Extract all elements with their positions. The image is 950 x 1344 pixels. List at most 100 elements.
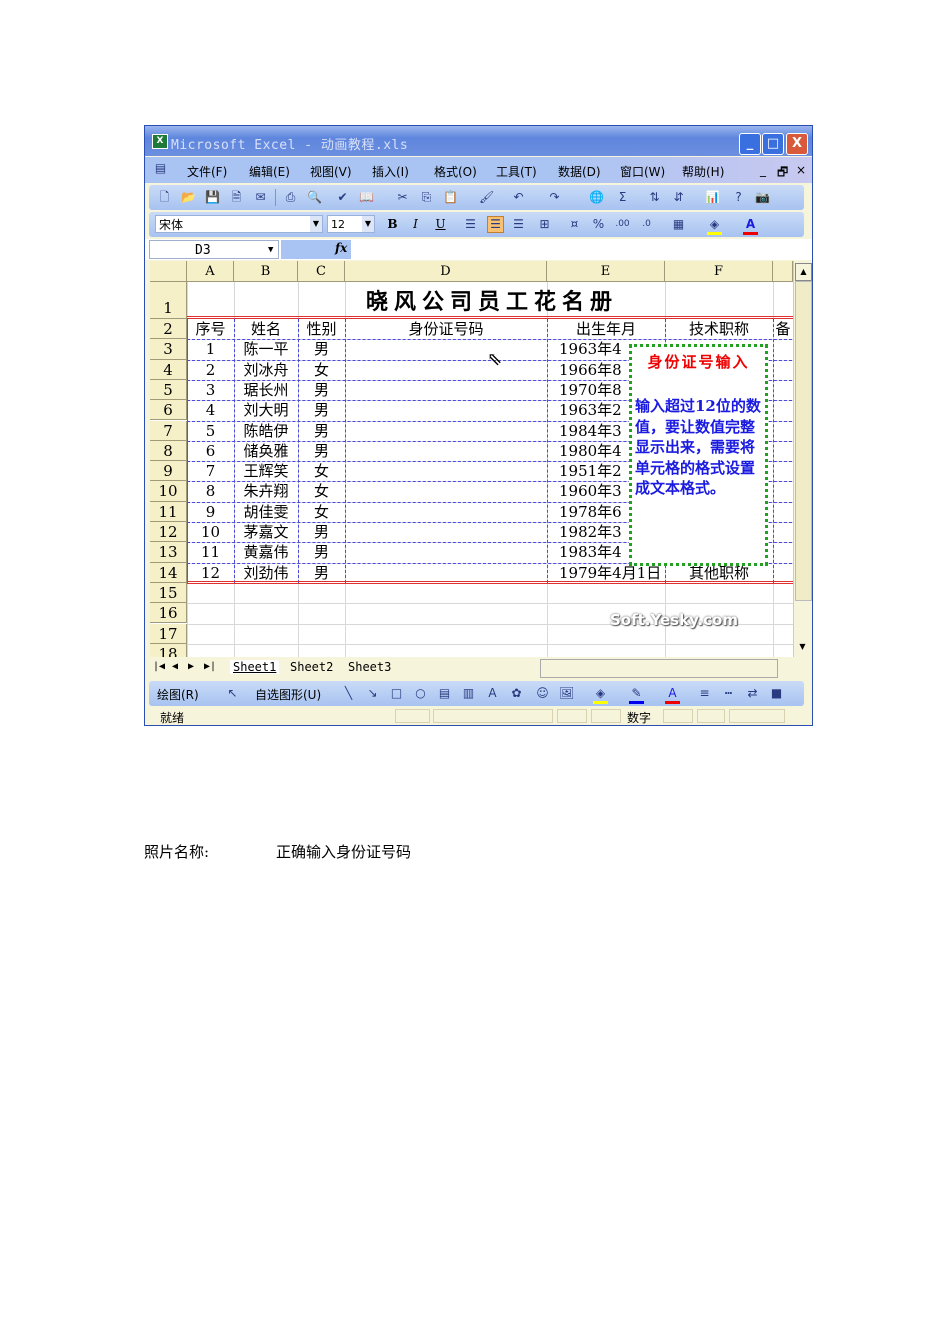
- row-header-17[interactable]: 17: [150, 623, 187, 644]
- row-header-4[interactable]: 4: [150, 359, 187, 380]
- data-cell[interactable]: 11: [187, 542, 234, 562]
- merge-center-icon[interactable]: ⊞: [537, 217, 552, 232]
- data-cell[interactable]: 男: [298, 421, 345, 441]
- data-cell[interactable]: 刘大明: [234, 400, 298, 420]
- vertical-textbox-icon[interactable]: ▥: [461, 686, 476, 701]
- tab-sheet3[interactable]: Sheet3: [345, 660, 394, 674]
- data-cell[interactable]: 琚长州: [234, 380, 298, 400]
- italic-button[interactable]: I: [408, 217, 423, 232]
- row-header-3[interactable]: 3: [150, 339, 187, 360]
- bold-button[interactable]: B: [385, 217, 400, 232]
- row-header-12[interactable]: 12: [150, 522, 187, 543]
- menu-insert[interactable]: 插入(I): [372, 163, 409, 180]
- email-icon[interactable]: ✉: [253, 190, 268, 205]
- percent-button[interactable]: %: [591, 217, 606, 232]
- data-cell[interactable]: 男: [298, 380, 345, 400]
- rectangle-icon[interactable]: □: [389, 686, 404, 701]
- data-cell[interactable]: 10: [187, 522, 234, 542]
- textbox-icon[interactable]: ▤: [437, 686, 452, 701]
- data-cell[interactable]: [345, 481, 547, 501]
- data-cell[interactable]: 王辉笑: [234, 461, 298, 481]
- hyperlink-icon[interactable]: 🌐: [589, 190, 604, 205]
- clipart-icon[interactable]: ☺: [535, 686, 550, 701]
- column-header-A[interactable]: A: [187, 261, 234, 282]
- data-cell[interactable]: 茅嘉文: [234, 522, 298, 542]
- select-objects-icon[interactable]: ↖: [225, 686, 240, 701]
- oval-icon[interactable]: ○: [413, 686, 428, 701]
- data-cell[interactable]: 3: [187, 380, 234, 400]
- font-name-select[interactable]: 宋体 ▼: [155, 215, 323, 233]
- data-cell[interactable]: 6: [187, 441, 234, 461]
- font-color-icon[interactable]: A: [743, 217, 758, 235]
- undo-icon[interactable]: ↶: [511, 190, 526, 205]
- select-all-corner[interactable]: [150, 261, 187, 282]
- row-header-14[interactable]: 14: [150, 562, 187, 583]
- row-header-7[interactable]: 7: [150, 420, 187, 441]
- header-cell[interactable]: 技术职称: [665, 319, 773, 339]
- permission-icon[interactable]: 🗎: [229, 190, 244, 205]
- row-header-9[interactable]: 9: [150, 461, 187, 482]
- data-cell[interactable]: [345, 461, 547, 481]
- data-cell[interactable]: 女: [298, 461, 345, 481]
- data-cell[interactable]: [345, 522, 547, 542]
- column-header-D[interactable]: D: [345, 261, 547, 282]
- diagram-icon[interactable]: ✿: [509, 686, 524, 701]
- row-header-16[interactable]: 16: [150, 603, 187, 624]
- chart-wizard-icon[interactable]: 📊: [705, 190, 720, 205]
- data-cell[interactable]: 黄嘉伟: [234, 542, 298, 562]
- data-cell[interactable]: [345, 441, 547, 461]
- header-cell[interactable]: 性别: [298, 319, 345, 339]
- line-icon[interactable]: ╲: [341, 686, 356, 701]
- font-color-icon[interactable]: A: [665, 686, 680, 704]
- data-cell[interactable]: [345, 563, 547, 583]
- data-cell[interactable]: [345, 360, 547, 380]
- align-center-icon[interactable]: ☰: [487, 216, 504, 233]
- column-header-E[interactable]: E: [547, 261, 665, 282]
- fill-color-icon[interactable]: ◈: [707, 217, 722, 235]
- print-icon[interactable]: ⎙: [283, 190, 298, 205]
- row-header-11[interactable]: 11: [150, 501, 187, 522]
- copy-icon[interactable]: ⎘: [419, 190, 434, 205]
- row-header-1[interactable]: 1: [150, 282, 187, 319]
- sort-descending-icon[interactable]: ⇵: [671, 190, 686, 205]
- maximize-button[interactable]: □: [762, 133, 784, 155]
- wordart-icon[interactable]: A: [485, 686, 500, 701]
- data-cell[interactable]: 储奂雅: [234, 441, 298, 461]
- data-cell[interactable]: 5: [187, 421, 234, 441]
- align-right-icon[interactable]: ☰: [511, 217, 526, 232]
- selected-cell-D3[interactable]: [345, 339, 547, 359]
- doc-minimize-button[interactable]: _: [760, 163, 766, 177]
- scroll-up-button[interactable]: ▲: [795, 263, 812, 281]
- research-icon[interactable]: 📖: [359, 190, 374, 205]
- data-cell[interactable]: 陈皓伊: [234, 421, 298, 441]
- data-cell[interactable]: 9: [187, 502, 234, 522]
- font-size-select[interactable]: 12 ▼: [327, 215, 375, 233]
- row-header-5[interactable]: 5: [150, 379, 187, 401]
- doc-close-button[interactable]: ×: [796, 163, 806, 177]
- header-cell[interactable]: 出生年月: [547, 319, 665, 339]
- data-cell[interactable]: 男: [298, 542, 345, 562]
- spelling-icon[interactable]: ✔: [335, 190, 350, 205]
- menu-tools[interactable]: 工具(T): [496, 163, 537, 180]
- dash-style-icon[interactable]: ┅: [721, 686, 736, 701]
- data-cell[interactable]: 男: [298, 522, 345, 542]
- column-header-G[interactable]: [773, 261, 793, 282]
- autoshapes-button[interactable]: 自选图形(U): [255, 686, 321, 703]
- data-cell[interactable]: 朱卉翔: [234, 481, 298, 501]
- data-cell[interactable]: [345, 502, 547, 522]
- data-cell[interactable]: [345, 380, 547, 400]
- data-cell[interactable]: 男: [298, 400, 345, 420]
- header-cell[interactable]: 序号: [187, 319, 234, 339]
- data-cell[interactable]: [345, 400, 547, 420]
- autosum-icon[interactable]: Σ: [615, 190, 630, 205]
- arrow-style-icon[interactable]: ⇄: [745, 686, 760, 701]
- data-cell[interactable]: 1: [187, 339, 234, 359]
- underline-button[interactable]: U: [433, 217, 448, 232]
- row-header-8[interactable]: 8: [150, 440, 187, 462]
- increase-decimal-icon[interactable]: .00: [615, 217, 630, 232]
- close-button[interactable]: X: [786, 133, 808, 155]
- row-header-2[interactable]: 2: [150, 319, 187, 340]
- column-header-C[interactable]: C: [298, 261, 345, 282]
- open-icon[interactable]: 📂: [181, 190, 196, 205]
- data-cell[interactable]: 陈一平: [234, 339, 298, 359]
